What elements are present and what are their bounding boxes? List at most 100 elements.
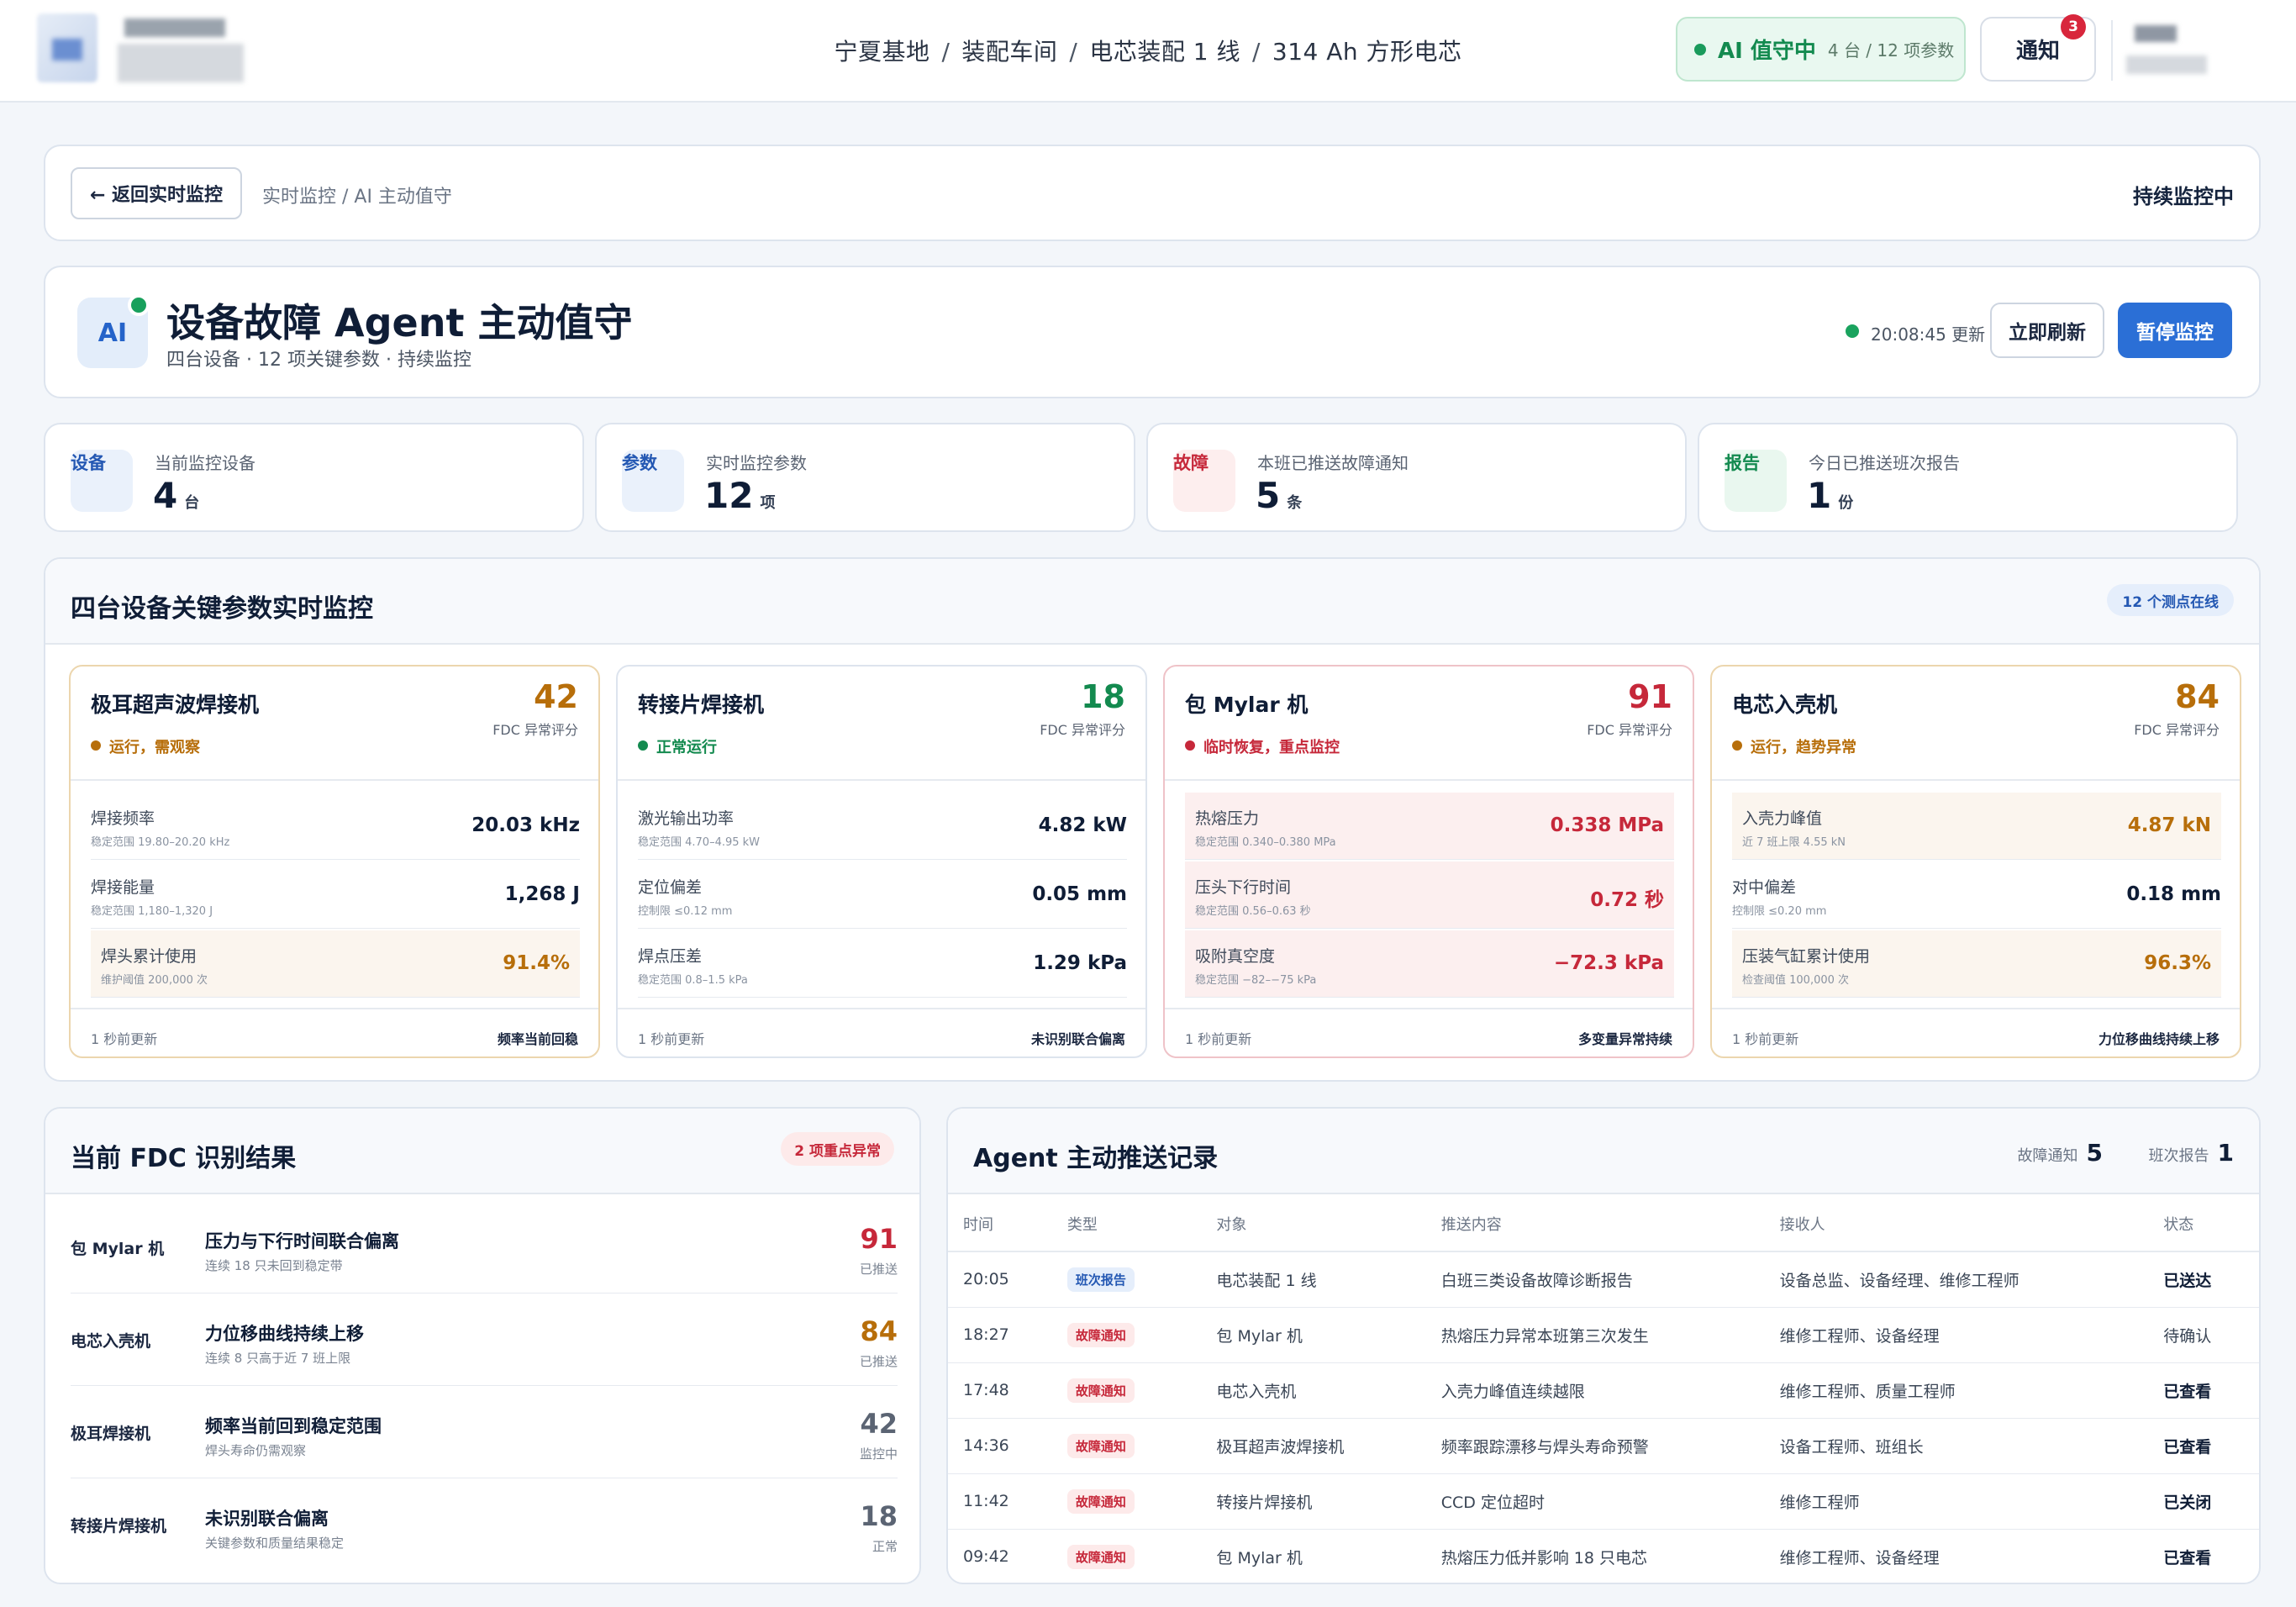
- push-type: 故障通知: [1051, 1362, 1202, 1419]
- device-name: 转接片焊接机: [638, 693, 765, 717]
- push-status: 已推送: [859, 1262, 898, 1277]
- fdc-detail: 焊头寿命仍需观察: [205, 1443, 307, 1458]
- kpi-label: 当前监控设备: [155, 453, 255, 473]
- push-recipients: 维修工程师、设备经理: [1779, 1548, 1940, 1567]
- push-status: 已查看: [2148, 1362, 2259, 1419]
- table-row[interactable]: 14:36 故障通知 极耳超声波焊接机 频率跟踪漂移与焊头寿命预警 设备工程师、班组长已…: [948, 1418, 2259, 1474]
- param-value: 0.05 mm: [1032, 883, 1127, 905]
- fdc-score: 18: [860, 1500, 898, 1532]
- table-row[interactable]: 09:42 故障通知 包 Mylar 机 热熔压力低并影响 18 只电芯 维修工程师、设…: [948, 1529, 2259, 1583]
- device-card[interactable]: 电芯入壳机 84 FDC 异常评分 运行，趋势异常 入壳力峰值近 7 班上限 4.55 …: [1710, 665, 2241, 1058]
- device-status: 正常运行: [656, 739, 717, 756]
- param-range: 检查阈值 100,000 次: [1742, 974, 1850, 987]
- device-name: 包 Mylar 机: [1185, 693, 1309, 717]
- type-badge: 班次报告: [1066, 1267, 1135, 1292]
- param-value: 4.87 kN: [2127, 814, 2211, 836]
- breadcrumb-item[interactable]: 宁夏基地: [834, 34, 929, 67]
- push-status: 已送达: [2148, 1251, 2259, 1308]
- fdc-score-label: FDC 异常评分: [1587, 722, 1672, 738]
- push-recipients: 维修工程师、设备经理: [1764, 1307, 2149, 1363]
- push-recipients: 设备工程师、班组长: [1764, 1418, 2149, 1474]
- devices-monitor-panel: 四台设备关键参数实时监控 12 个测点在线 极耳超声波焊接机 42 FDC 异常评分…: [44, 557, 2261, 1082]
- status-dot-icon: [91, 740, 101, 751]
- param-name: 压装气缸累计使用: [1742, 947, 1871, 966]
- table-row[interactable]: 11:42 故障通知 转接片焊接机 CCD 定位超时 维修工程师 已关闭: [948, 1473, 2259, 1530]
- breadcrumb-item[interactable]: 电芯装配 1 线: [1089, 34, 1240, 67]
- param-value: 96.3%: [2144, 952, 2211, 974]
- param-value: 4.82 kW: [1038, 814, 1127, 836]
- push-target: 电芯装配 1 线: [1201, 1251, 1426, 1308]
- push-type: 班次报告: [1051, 1251, 1202, 1308]
- table-row[interactable]: 18:27 故障通知 包 Mylar 机热熔压力异常本班第三次发生 维修工程师、设备经…: [948, 1307, 2259, 1363]
- device-status: 临时恢复，重点监控: [1203, 739, 1340, 756]
- push-target: 包 Mylar 机: [1201, 1307, 1426, 1363]
- fdc-detail: 关键参数和质量结果稳定: [205, 1536, 345, 1551]
- fdc-score: 84: [860, 1315, 898, 1347]
- push-status: 待确认: [2148, 1307, 2259, 1363]
- kpi-card: 参数 实时监控参数 12 项: [595, 423, 1135, 532]
- fault-notice-stat: 故障通知 5: [2017, 1139, 2103, 1167]
- type-badge: 故障通知: [1066, 1488, 1135, 1514]
- kpi-card: 设备 当前监控设备 4 台: [44, 423, 584, 532]
- fdc-results-panel: 当前 FDC 识别结果 2 项重点异常 包 Mylar 机 压力与下行时间联合偏离…: [44, 1107, 921, 1584]
- type-badge: 故障通知: [1066, 1544, 1135, 1569]
- fdc-score: 84: [2175, 678, 2220, 715]
- param-range: 维护阈值 200,000 次: [101, 974, 208, 987]
- param-row: 热熔压力 稳定范围 0.340–0.380 MPa 0.338 MPa: [1185, 793, 1674, 860]
- fdc-finding: 力位移曲线持续上移: [205, 1324, 364, 1344]
- online-dot-icon: [1694, 43, 1706, 55]
- fdc-finding: 频率当前回到稳定范围: [205, 1416, 382, 1436]
- kpi-unit: 份: [1838, 494, 1854, 512]
- ai-status-badge[interactable]: AI 值守中 4 台 / 12 项参数: [1676, 17, 1966, 82]
- top-bar: 宁夏基地 / 装配车间 / 电芯装配 1 线/314 Ah 方形电芯 AI 值守中 4 …: [0, 0, 2296, 103]
- fdc-detail: 连续 18 只未回到稳定带: [205, 1258, 343, 1273]
- page-path: 实时监控 / AI 主动值守: [262, 187, 452, 208]
- fdc-finding: 压力与下行时间联合偏离: [205, 1231, 399, 1251]
- type-badge: 故障通知: [1066, 1378, 1135, 1403]
- fdc-result-row[interactable]: 转接片焊接机 未识别联合偏离 关键参数和质量结果稳定 18 正常: [71, 1478, 898, 1571]
- table-row[interactable]: 17:48 故障通知 电芯入壳机 入壳力峰值连续越限 维修工程师、质量工程师 已查看: [948, 1362, 2259, 1419]
- fdc-result-row[interactable]: 包 Mylar 机 压力与下行时间联合偏离 连续 18 只未回到稳定带 91 已推送: [71, 1201, 898, 1294]
- pause-monitor-button[interactable]: 暂停监控: [2118, 303, 2232, 358]
- device-card[interactable]: 转接片焊接机 18 FDC 异常评分 正常运行 激光输出功率 稳定范围 4.70–4.95…: [616, 665, 1147, 1058]
- push-type: 故障通知: [1052, 1529, 1202, 1583]
- kpi-label: 本班已推送故障通知: [1257, 453, 1409, 473]
- device-name: 包 Mylar 机: [71, 1240, 165, 1258]
- refresh-button[interactable]: 立即刷新: [1990, 303, 2104, 358]
- device-name: 极耳超声波焊接机: [91, 693, 260, 717]
- push-target: 转接片焊接机: [1201, 1473, 1426, 1530]
- kpi-tag-icon: 报告: [1725, 450, 1787, 512]
- param-value: 20.03 kHz: [471, 814, 580, 836]
- device-status: 运行，需观察: [109, 739, 200, 756]
- device-name: 电芯入壳机: [71, 1332, 151, 1351]
- param-name: 焊头累计使用: [101, 947, 197, 966]
- last-updated: 20:08:45 更新: [1871, 324, 1986, 345]
- fdc-result-row[interactable]: 极耳焊接机 频率当前回到稳定范围 焊头寿命仍需观察 42 监控中: [71, 1386, 898, 1478]
- fdc-result-row[interactable]: 电芯入壳机 力位移曲线持续上移 连续 8 只高于近 7 班上限 84 已推送: [71, 1294, 898, 1386]
- push-recipients: 设备总监、设备经理、维修工程师: [1764, 1251, 2149, 1308]
- breadcrumb-item[interactable]: 装配车间: [961, 34, 1057, 67]
- push-content: 热熔压力低并影响 18 只电芯: [1440, 1548, 1648, 1567]
- push-content: 频率跟踪漂移与焊头寿命预警: [1425, 1418, 1765, 1474]
- table-row[interactable]: 20:05 班次报告 电芯装配 1 线白班三类设备故障诊断报告 设备总监、设备经理、维…: [948, 1251, 2259, 1308]
- device-name: 电芯入壳机: [1732, 693, 1838, 717]
- device-name: 转接片焊接机: [71, 1517, 167, 1536]
- breadcrumb-item: 314 Ah 方形电芯: [1272, 38, 1462, 66]
- push-type: 故障通知: [1051, 1418, 1202, 1474]
- push-type: 故障通知: [1051, 1473, 1202, 1530]
- back-to-monitor-button[interactable]: ← 返回实时监控: [71, 167, 242, 219]
- device-card[interactable]: 包 Mylar 机 91 FDC 异常评分 临时恢复，重点监控 热熔压力 稳定范围 0.3…: [1163, 665, 1694, 1058]
- panel-header: 四台设备关键参数实时监控 12 个测点在线: [45, 559, 2259, 645]
- param-row: 压装气缸累计使用检查阈值 100,000 次 96.3%: [1732, 930, 2221, 998]
- fdc-score-label: FDC 异常评分: [2134, 722, 2220, 738]
- param-row: 激光输出功率 稳定范围 4.70–4.95 kW 4.82 kW: [638, 793, 1127, 860]
- param-name: 吸附真空度: [1195, 947, 1276, 966]
- device-card[interactable]: 极耳超声波焊接机 42 FDC 异常评分 运行，需观察 焊接频率 稳定范围 19.80–2…: [69, 665, 600, 1058]
- type-badge: 故障通知: [1066, 1322, 1135, 1347]
- user-avatar[interactable]: [2126, 17, 2210, 84]
- fdc-detail: 连续 8 只高于近 7 班上限: [205, 1351, 351, 1366]
- push-target: 极耳超声波焊接机: [1201, 1418, 1426, 1474]
- push-records-panel: Agent 主动推送记录 故障通知 5 班次报告 1 时间 类型 对象 推送内容 接收人 状态…: [946, 1107, 2261, 1584]
- device-status: 运行，趋势异常: [1751, 739, 1856, 756]
- push-type: 故障通知: [1051, 1307, 1202, 1363]
